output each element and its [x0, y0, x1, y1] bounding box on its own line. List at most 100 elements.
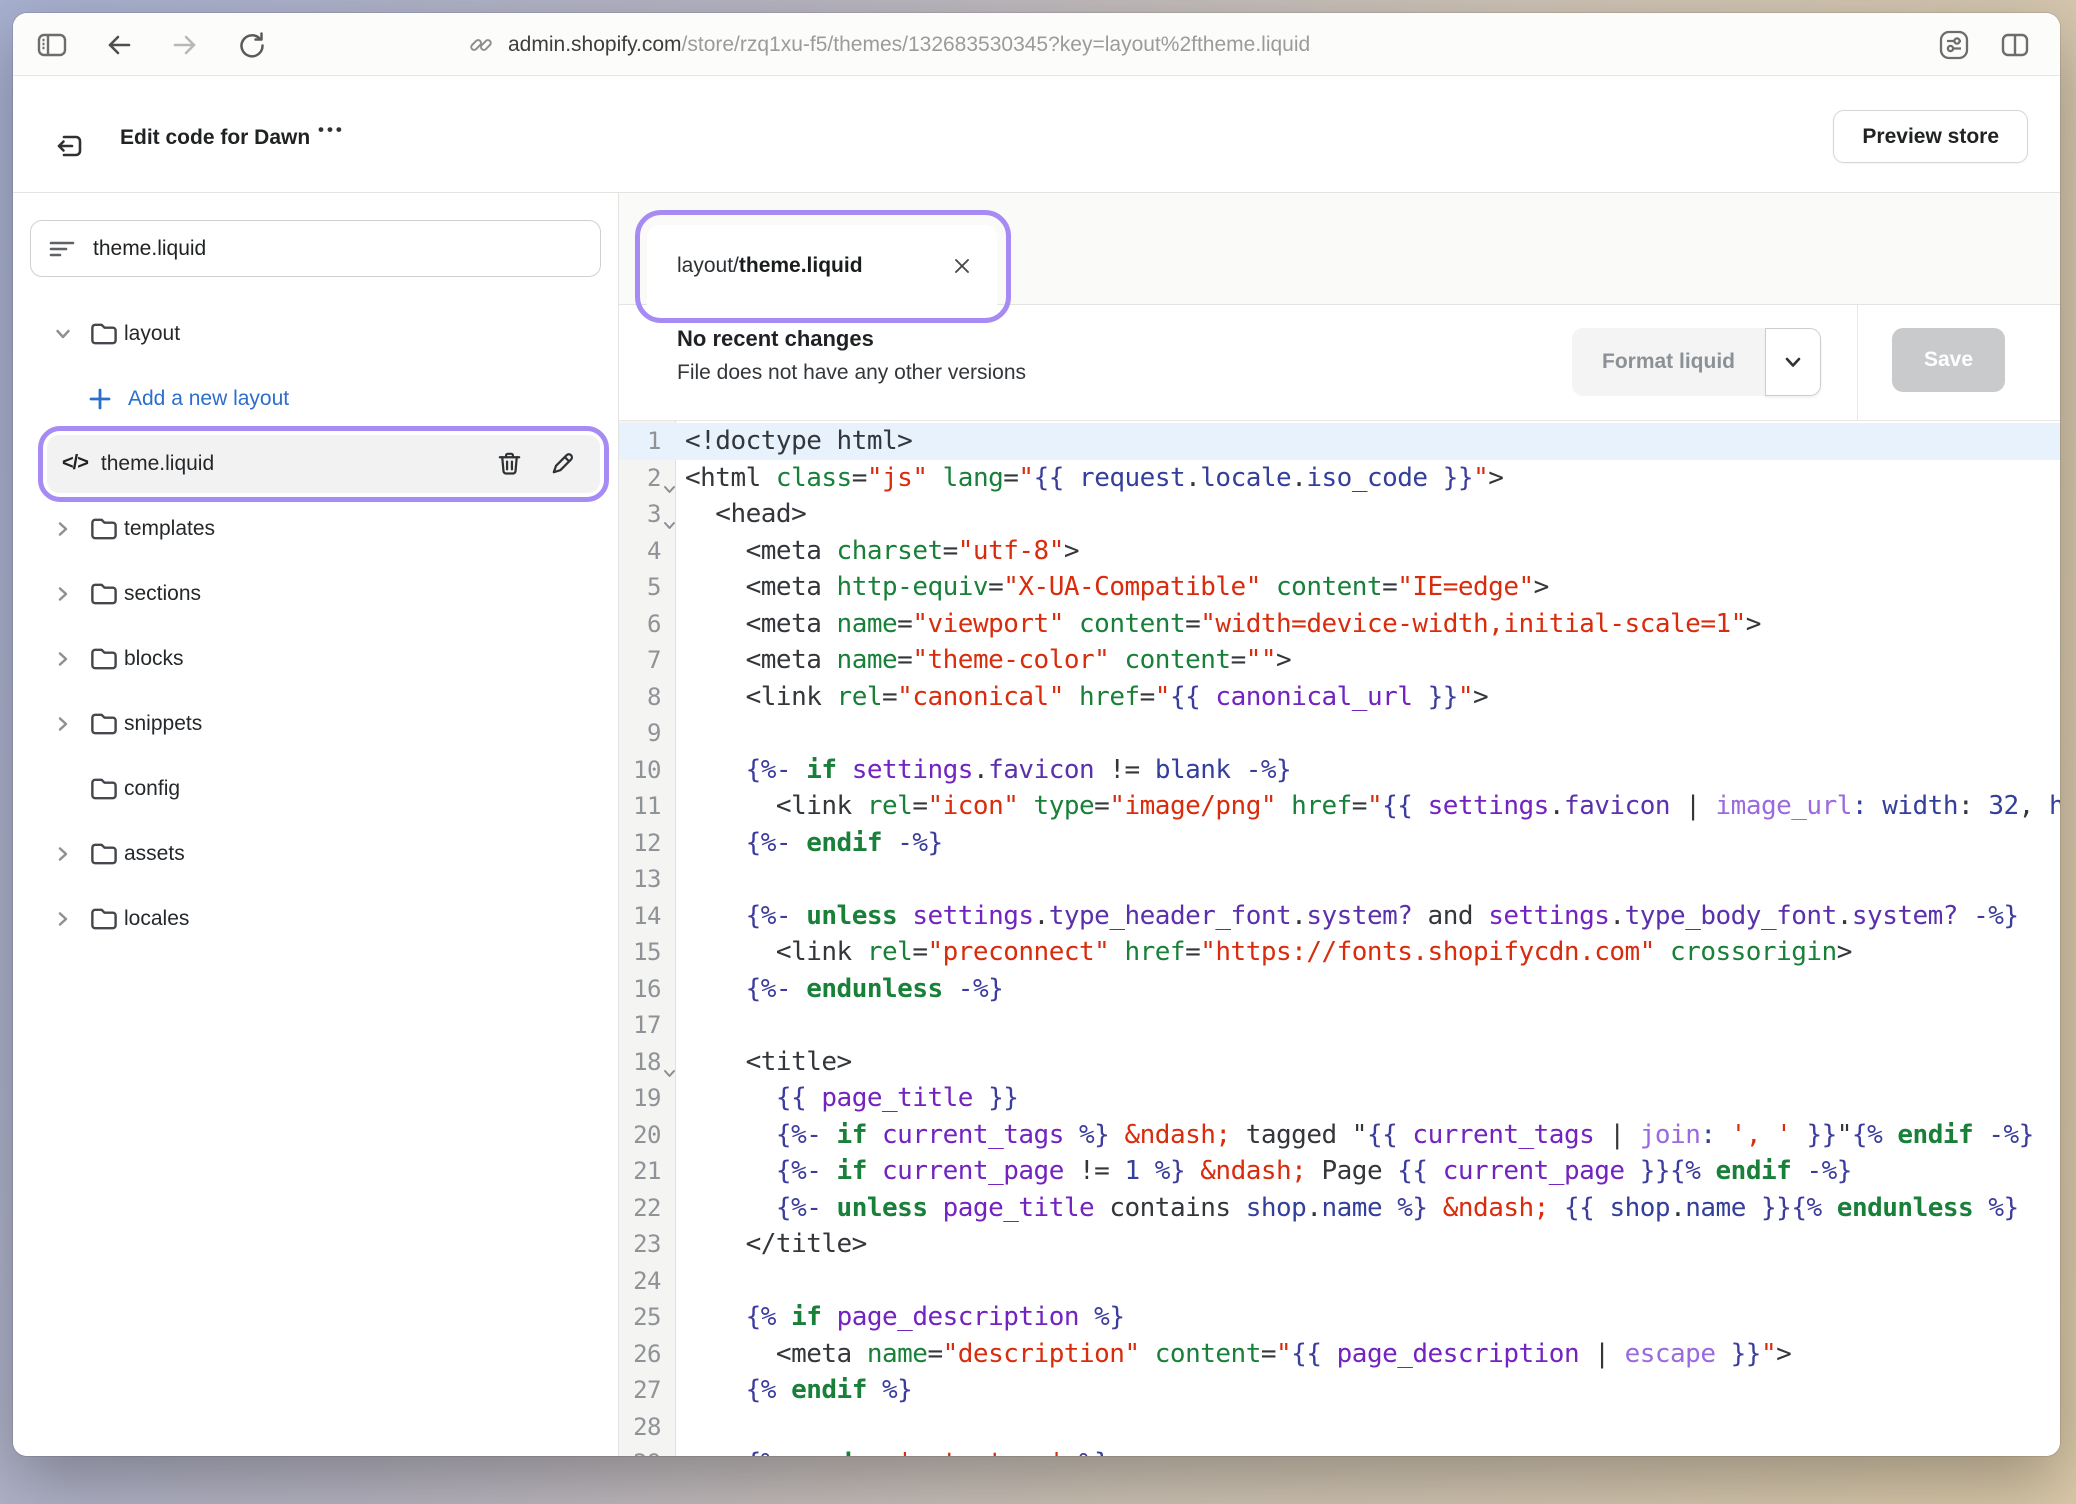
line-number: 29: [619, 1445, 661, 1456]
address-bar[interactable]: admin.shopify.com/store/rzq1xu-f5/themes…: [468, 13, 1310, 76]
folder-label: blocks: [124, 647, 184, 671]
file-tree: layout Add a new layout </>theme.liquidtem…: [13, 301, 618, 951]
folder-icon: [82, 643, 124, 674]
code-line-17[interactable]: 17: [619, 1007, 2060, 1044]
code-line-19[interactable]: 19 {{ page_title }}: [619, 1080, 2060, 1117]
folder-label: locales: [124, 907, 189, 931]
code-line-12[interactable]: 12 {%- endif -%}: [619, 825, 2060, 862]
code-line-9[interactable]: 9: [619, 715, 2060, 752]
folder-label: sections: [124, 582, 201, 606]
code-lines: 1<!doctype html>2<html class="js" lang="…: [619, 423, 2060, 1456]
sidebar-item-sections[interactable]: sections: [13, 561, 618, 626]
code-line-16[interactable]: 16 {%- endunless -%}: [619, 971, 2060, 1008]
trash-icon[interactable]: [489, 444, 529, 484]
url-host: admin.shopify.com: [508, 33, 682, 56]
code-line-7[interactable]: 7 <meta name="theme-color" content="">: [619, 642, 2060, 679]
code-line-22[interactable]: 22 {%- unless page_title contains shop.n…: [619, 1190, 2060, 1227]
line-number: 25: [619, 1299, 661, 1336]
editor-toolbar: No recent changes File does not have any…: [619, 305, 2060, 421]
code-line-2[interactable]: 2<html class="js" lang="{{ request.local…: [619, 460, 2060, 497]
line-number: 7: [619, 642, 661, 679]
code-line-5[interactable]: 5 <meta http-equiv="X-UA-Compatible" con…: [619, 569, 2060, 606]
line-number: 21: [619, 1153, 661, 1190]
code-line-11[interactable]: 11 <link rel="icon" type="image/png" hre…: [619, 788, 2060, 825]
code-line-4[interactable]: 4 <meta charset="utf-8">: [619, 533, 2060, 570]
tab-strip: layout/theme.liquid: [619, 193, 2060, 305]
code-line-24[interactable]: 24: [619, 1263, 2060, 1300]
filter-input[interactable]: [93, 237, 584, 261]
link-icon: [468, 32, 494, 58]
folder-icon: [82, 708, 124, 739]
line-number: 20: [619, 1117, 661, 1154]
code-line-23[interactable]: 23 </title>: [619, 1226, 2060, 1263]
code-line-26[interactable]: 26 <meta name="description" content="{{ …: [619, 1336, 2060, 1373]
line-number: 10: [619, 752, 661, 789]
selected-file-pill[interactable]: </>theme.liquid: [47, 435, 600, 493]
code-line-1[interactable]: 1<!doctype html>: [619, 423, 2060, 460]
tab-theme-liquid[interactable]: layout/theme.liquid: [647, 225, 997, 306]
code-editor[interactable]: 1<!doctype html>2<html class="js" lang="…: [619, 421, 2060, 1456]
preview-store-button[interactable]: Preview store: [1833, 110, 2028, 163]
chevron-right-icon[interactable]: [44, 583, 82, 605]
code-line-18[interactable]: 18 <title>: [619, 1044, 2060, 1081]
code-line-25[interactable]: 25 {% if page_description %}: [619, 1299, 2060, 1336]
line-number: 22: [619, 1190, 661, 1227]
line-number: 12: [619, 825, 661, 862]
sidebar-toggle-icon[interactable]: [35, 28, 69, 62]
sidebar-item-templates[interactable]: templates: [13, 496, 618, 561]
pencil-icon[interactable]: [542, 444, 582, 484]
sidebar-action-label: Add a new layout: [128, 387, 289, 411]
chevron-right-icon[interactable]: [44, 713, 82, 735]
format-liquid-button[interactable]: Format liquid: [1572, 328, 1765, 396]
back-icon[interactable]: [103, 29, 135, 61]
chevron-down-icon[interactable]: [1765, 328, 1821, 396]
sidebar-item-layout[interactable]: layout: [13, 301, 618, 366]
code-line-29[interactable]: 29 {% render 'meta-tags' %}: [619, 1445, 2060, 1456]
code-line-3[interactable]: 3 <head>: [619, 496, 2060, 533]
tab-label: layout/theme.liquid: [677, 254, 863, 278]
sidebar-item-config[interactable]: config: [13, 756, 618, 821]
sidebar-item-blocks[interactable]: blocks: [13, 626, 618, 691]
chevron-down-icon[interactable]: [44, 323, 82, 345]
code-line-21[interactable]: 21 {%- if current_page != 1 %} &ndash; P…: [619, 1153, 2060, 1190]
reload-icon[interactable]: [235, 28, 269, 62]
line-number: 6: [619, 606, 661, 643]
toolbar-divider: [1857, 305, 1858, 420]
exit-icon[interactable]: [51, 128, 87, 164]
browser-window: admin.shopify.com/store/rzq1xu-f5/themes…: [13, 13, 2060, 1456]
sidebar-item-theme-liquid[interactable]: </>theme.liquid: [13, 431, 618, 496]
chevron-right-icon[interactable]: [44, 843, 82, 865]
folder-label: assets: [124, 842, 185, 866]
code-file-icon: </>: [62, 452, 88, 475]
url-text: admin.shopify.com/store/rzq1xu-f5/themes…: [508, 33, 1310, 57]
code-line-8[interactable]: 8 <link rel="canonical" href="{{ canonic…: [619, 679, 2060, 716]
code-line-14[interactable]: 14 {%- unless settings.type_header_font.…: [619, 898, 2060, 935]
line-number: 26: [619, 1336, 661, 1373]
chevron-right-icon[interactable]: [44, 648, 82, 670]
close-icon[interactable]: [951, 255, 973, 277]
split-view-icon[interactable]: [1998, 28, 2032, 62]
code-line-27[interactable]: 27 {% endif %}: [619, 1372, 2060, 1409]
code-line-13[interactable]: 13: [619, 861, 2060, 898]
sidebar-item-assets[interactable]: assets: [13, 821, 618, 886]
line-number: 4: [619, 533, 661, 570]
code-line-6[interactable]: 6 <meta name="viewport" content="width=d…: [619, 606, 2060, 643]
page-title: Edit code for Dawn: [120, 126, 310, 150]
status-subtitle: File does not have any other versions: [677, 361, 1026, 385]
filter-icon: [47, 234, 77, 264]
page-settings-icon[interactable]: [1936, 27, 1972, 63]
code-line-20[interactable]: 20 {%- if current_tags %} &ndash; tagged…: [619, 1117, 2060, 1154]
chevron-right-icon[interactable]: [44, 518, 82, 540]
overflow-menu-icon[interactable]: •••: [318, 120, 345, 140]
forward-icon[interactable]: [169, 29, 201, 61]
plus-icon: [87, 386, 113, 412]
code-line-10[interactable]: 10 {%- if settings.favicon != blank -%}: [619, 752, 2060, 789]
code-line-28[interactable]: 28: [619, 1409, 2060, 1446]
chevron-right-icon[interactable]: [44, 908, 82, 930]
sidebar-item-add-a-new-layout[interactable]: Add a new layout: [13, 366, 618, 431]
save-button[interactable]: Save: [1892, 328, 2005, 392]
sidebar-item-locales[interactable]: locales: [13, 886, 618, 951]
line-number: 24: [619, 1263, 661, 1300]
sidebar-item-snippets[interactable]: snippets: [13, 691, 618, 756]
code-line-15[interactable]: 15 <link rel="preconnect" href="https://…: [619, 934, 2060, 971]
